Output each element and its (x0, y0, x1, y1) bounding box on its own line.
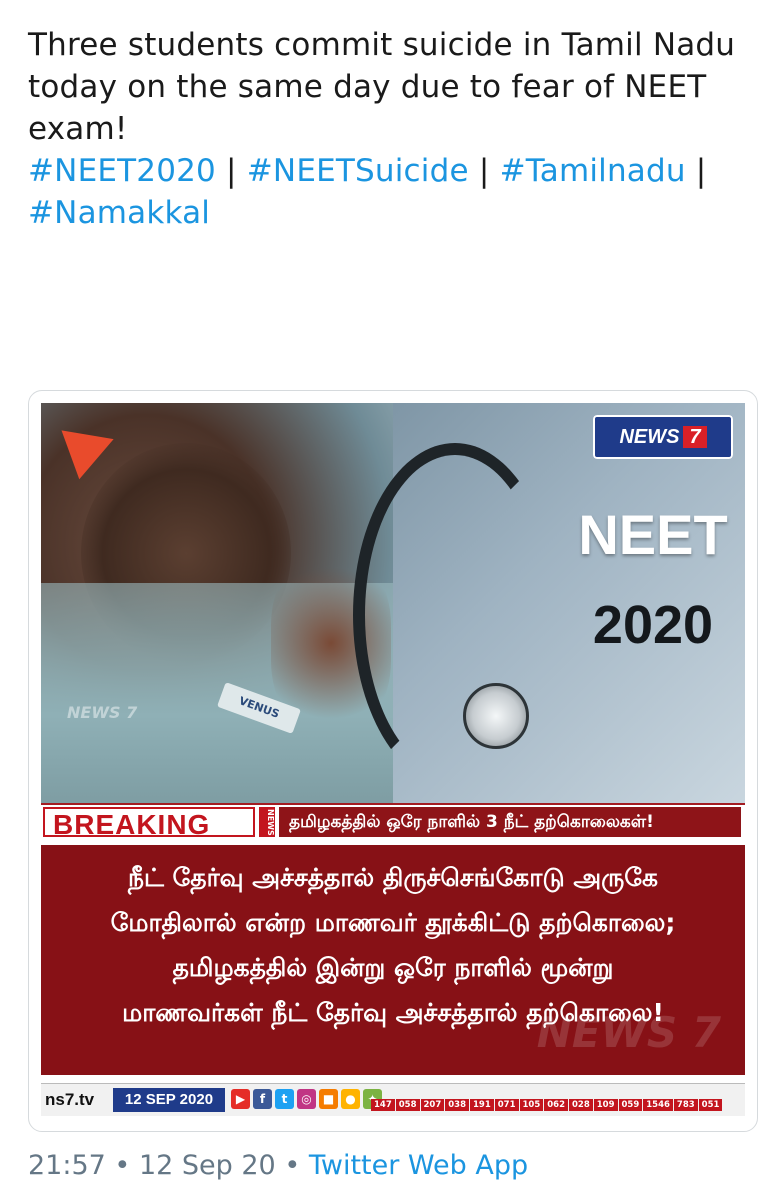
headline-line: நீட் தேர்வு அச்சத்தால் திருச்செங்கோடு அர… (127, 863, 659, 892)
channel-number: 109 (593, 1099, 618, 1111)
channel-number: 071 (494, 1099, 519, 1111)
stethoscope-chestpiece (463, 683, 529, 749)
channel-number: 191 (470, 1099, 494, 1111)
stethoscope-tube (353, 443, 557, 787)
tweet-meta: 21:57 • 12 Sep 20 • Twitter Web App (28, 1150, 528, 1181)
channel-number: 147 (371, 1099, 395, 1111)
channel-number: 051 (698, 1099, 723, 1111)
logo-number: 7 (683, 426, 707, 448)
channel-footer-strip: ns7.tv 12 SEP 2020 ▶ f t ◎ ■ ● ✦ 1470582… (41, 1083, 745, 1116)
stethoscope-photo: NEWS 7 NEET 2020 (353, 403, 745, 803)
hashtag-separator: | (695, 153, 707, 189)
twitter-icon: t (275, 1089, 294, 1109)
watermark: NEWS 7 (536, 1008, 721, 1057)
social-icons: ▶ f t ◎ ■ ● ✦ (231, 1089, 382, 1109)
blurred-student-photo: VENUS NEWS 7 (41, 403, 393, 803)
tweet-source[interactable]: Twitter Web App (309, 1150, 528, 1181)
channel-number: 028 (569, 1099, 593, 1111)
headline-panel: நீட் தேர்வு அச்சத்தால் திருச்செங்கோடு அர… (41, 845, 745, 1075)
neet-year: 2020 (592, 595, 714, 655)
app-icon: ● (341, 1089, 360, 1109)
channel-number: 059 (618, 1099, 643, 1111)
channel-number: 062 (544, 1099, 568, 1111)
app-icon: ■ (319, 1089, 338, 1109)
channel-number: 105 (519, 1099, 544, 1111)
meta-dot: • (284, 1150, 301, 1181)
channel-number: 783 (673, 1099, 698, 1111)
headline-line: மோதிலால் என்ற மாணவர் தூக்கிட்டு தற்கொலை; (110, 908, 676, 937)
date-badge: 12 SEP 2020 (113, 1088, 225, 1112)
instagram-icon: ◎ (297, 1089, 316, 1109)
channel-number: 058 (395, 1099, 420, 1111)
youtube-icon: ▶ (231, 1089, 250, 1109)
tweet-date[interactable]: 12 Sep 20 (139, 1150, 276, 1181)
breaking-bar: BREAKING NEWS தமிழகத்தில் ஒரே நாளில் 3 ந… (41, 803, 745, 841)
tweet-time: 21:57 (28, 1150, 106, 1181)
site-name: ns7.tv (45, 1090, 95, 1109)
hashtag-separator: | (226, 153, 237, 189)
breaking-label: BREAKING (43, 807, 255, 840)
channel-number: 207 (420, 1099, 445, 1111)
tweet-media-image[interactable]: VENUS NEWS 7 NEWS 7 NEET 2020 BREAKING NE… (28, 390, 758, 1132)
hashtag-list: #NEET2020 | #NEETSuicide | #Tamilnadu | … (28, 150, 758, 234)
tweet-text: Three students commit suicide in Tamil N… (28, 24, 758, 234)
neet-title: NEET (578, 503, 728, 566)
hashtag-separator: | (478, 153, 490, 189)
hashtag-neetsuicide[interactable]: #NEETSuicide (247, 153, 469, 189)
hashtag-namakkal[interactable]: #Namakkal (28, 195, 210, 231)
logo-brand: NEWS (619, 426, 680, 448)
channel-number: 1546 (643, 1099, 673, 1111)
facebook-icon: f (253, 1089, 272, 1109)
hashtag-tamilnadu[interactable]: #Tamilnadu (500, 153, 686, 189)
logo-triangle-icon (61, 414, 123, 480)
breaking-news-tag: NEWS (259, 807, 275, 837)
news7-logo: NEWS 7 (593, 415, 733, 459)
meta-dot: • (114, 1150, 131, 1181)
channel-list: 147 058 207 038 191 071 105 062 028 109 059 1546 783… (371, 1087, 741, 1113)
tweet-body: Three students commit suicide in Tamil N… (28, 27, 736, 147)
hashtag-neet2020[interactable]: #NEET2020 (28, 153, 216, 189)
breaking-ticker: தமிழகத்தில் ஒரே நாளில் 3 நீட் தற்கொலைகள்… (279, 807, 741, 837)
channel-numbers: 147 058 207 038 191 071 105 062 028 109 059 1546 783… (371, 1099, 741, 1111)
channel-number: 038 (445, 1099, 469, 1111)
channel-logos (371, 1087, 741, 1099)
headline-line: தமிழகத்தில் இன்று ஒரே நாளில் மூன்று (172, 953, 614, 982)
watermark: NEWS 7 (67, 703, 138, 722)
